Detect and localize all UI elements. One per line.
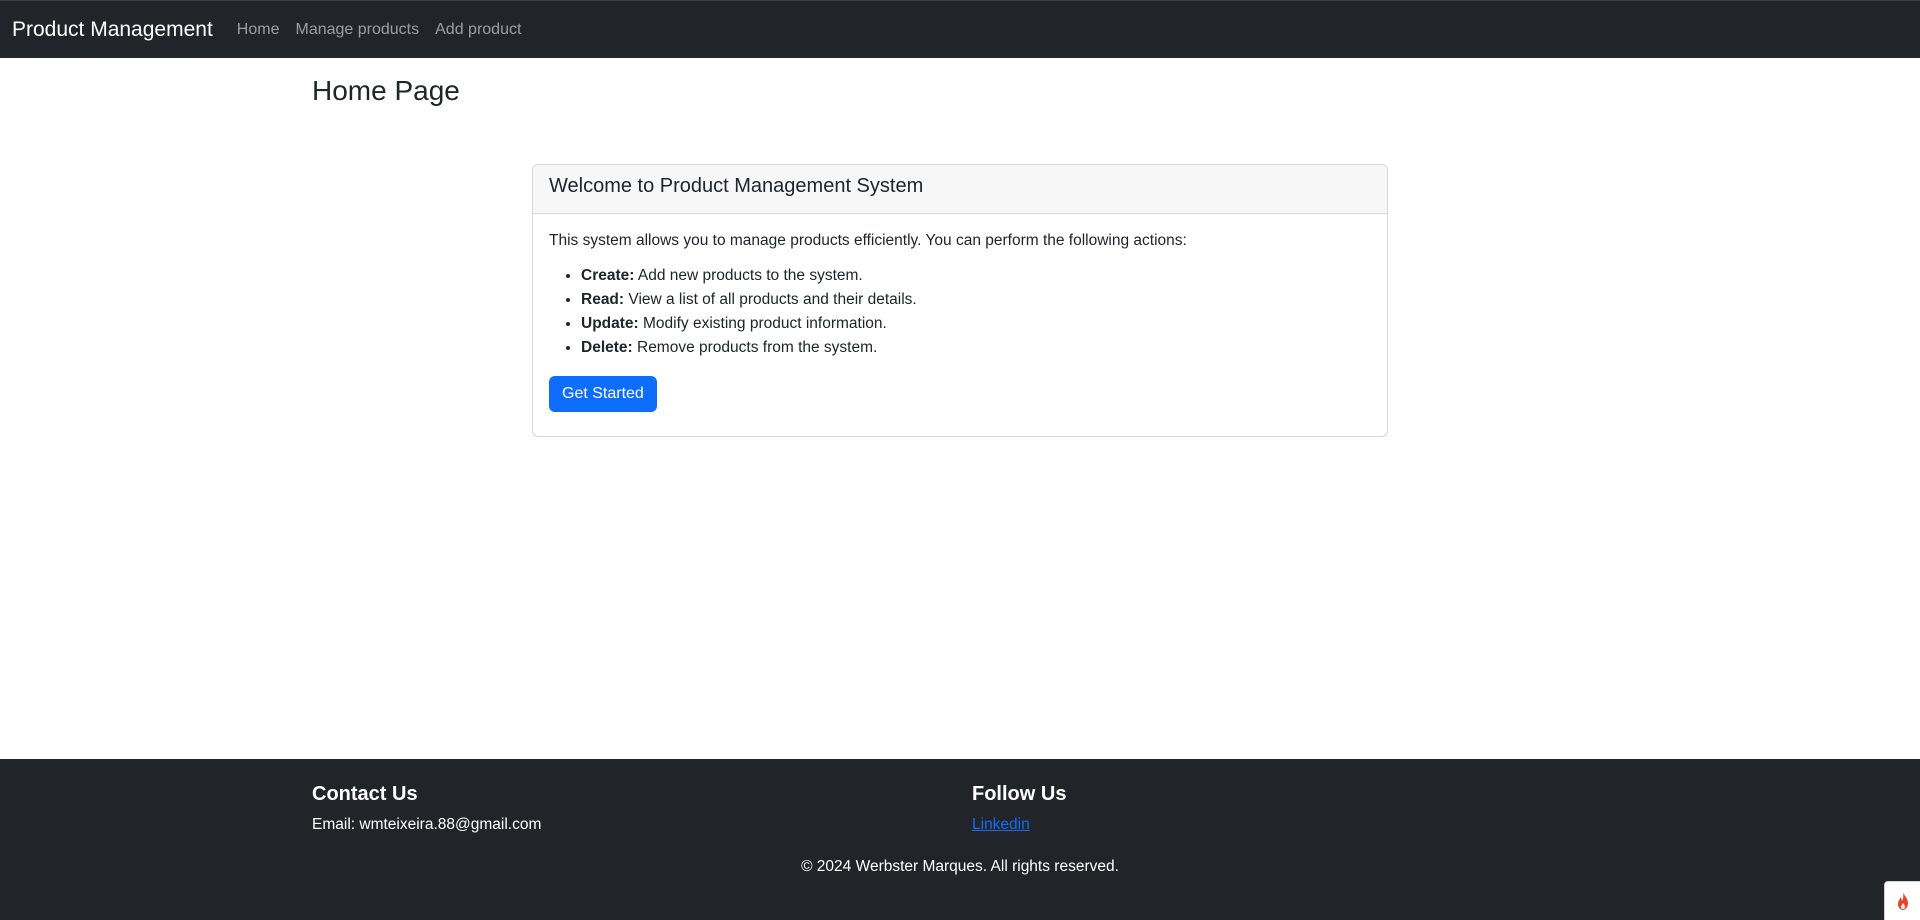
list-item: Create: Add new products to the system. <box>581 264 1371 288</box>
card-header: Welcome to Product Management System <box>533 165 1387 214</box>
flame-widget-button[interactable] <box>1884 881 1920 920</box>
nav-links: Home Manage products Add product <box>237 21 538 39</box>
feature-label: Create: <box>581 267 635 284</box>
footer-follow-section: Follow Us Linkedin <box>972 783 1066 834</box>
feature-text: Add new products to the system. <box>634 267 863 284</box>
nav-link-home[interactable]: Home <box>237 21 280 39</box>
nav-link-add-product[interactable]: Add product <box>435 21 521 39</box>
card-intro: This system allows you to manage product… <box>549 232 1187 249</box>
copyright-text: © 2024 Werbster Marques. All rights rese… <box>801 858 1119 875</box>
page: Product Management Home Manage products … <box>0 0 1920 920</box>
feature-label: Delete: <box>581 339 633 356</box>
contact-email: Email: wmteixeira.88@gmail.com <box>312 816 542 833</box>
feature-text: Remove products from the system. <box>632 339 878 356</box>
feature-label: Update: <box>581 315 639 332</box>
main-content: Home Page Welcome to Product Management … <box>312 58 1608 437</box>
list-item: Update: Modify existing product informat… <box>581 312 1371 336</box>
page-title: Home Page <box>312 75 460 106</box>
feature-text: Modify existing product information. <box>638 315 887 332</box>
follow-heading: Follow Us <box>972 783 1067 805</box>
card-title: Welcome to Product Management System <box>549 175 924 197</box>
linkedin-link[interactable]: Linkedin <box>972 816 1030 833</box>
flame-icon <box>1897 892 1908 910</box>
card-body: This system allows you to manage product… <box>533 214 1387 428</box>
get-started-button[interactable]: Get Started <box>549 376 657 412</box>
nav-link-manage-products[interactable]: Manage products <box>295 21 419 39</box>
feature-label: Read: <box>581 291 625 308</box>
top-navbar: Product Management Home Manage products … <box>0 0 1920 58</box>
footer-contact-section: Contact Us Email: wmteixeira.88@gmail.co… <box>312 783 541 834</box>
list-item: Read: View a list of all products and th… <box>581 288 1371 312</box>
feature-text: View a list of all products and their de… <box>624 291 917 308</box>
list-item: Delete: Remove products from the system. <box>581 336 1371 360</box>
contact-heading: Contact Us <box>312 783 418 805</box>
feature-list: Create: Add new products to the system. … <box>549 264 1371 360</box>
footer: Contact Us Email: wmteixeira.88@gmail.co… <box>0 759 1920 920</box>
navbar-brand[interactable]: Product Management <box>12 18 213 42</box>
welcome-card: Welcome to Product Management System Thi… <box>532 164 1388 437</box>
